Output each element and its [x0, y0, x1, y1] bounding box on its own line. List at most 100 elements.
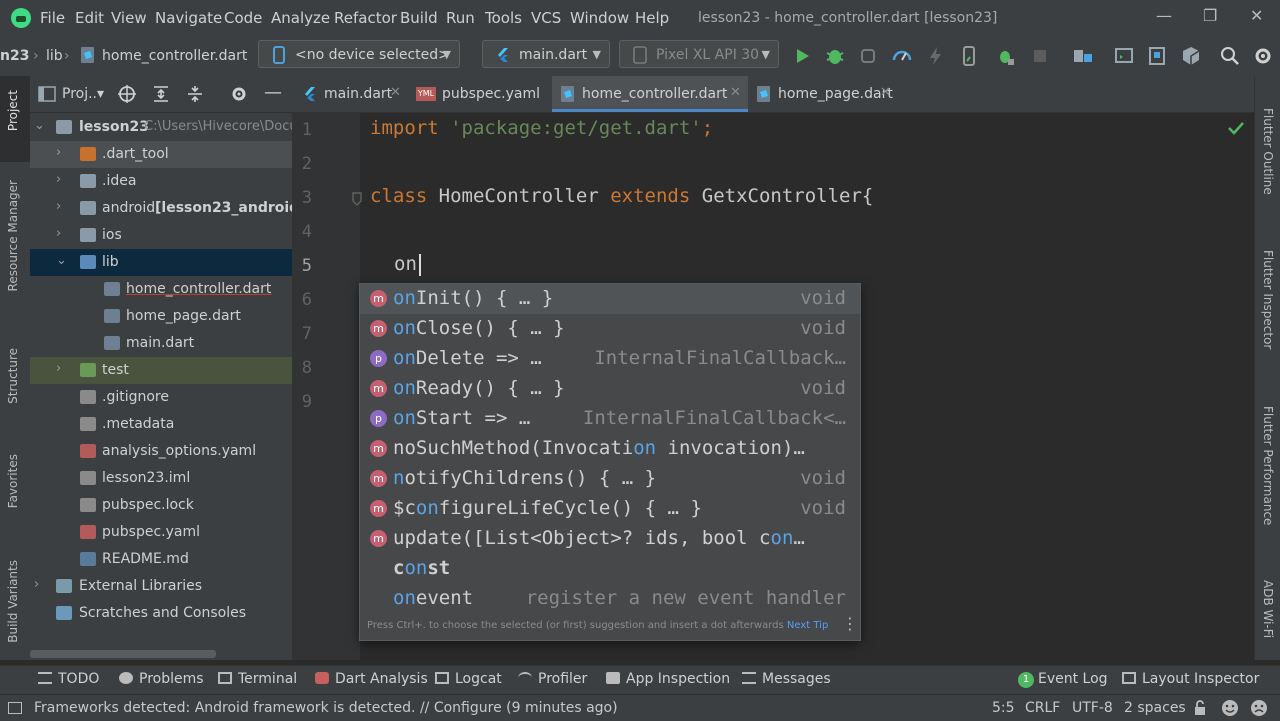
project-view-selector[interactable]: Proj..▾: [62, 86, 104, 102]
fold-icon[interactable]: [352, 192, 362, 206]
terminal-tool-button[interactable]: Terminal: [218, 671, 297, 687]
tree-item-lesson23[interactable]: ⌄ lesson23 C:\Users\Hivecore\Docu: [30, 114, 298, 141]
close-icon[interactable]: ✕: [880, 85, 891, 100]
logcat-tool-button[interactable]: Logcat: [435, 671, 502, 687]
tab-main-dart[interactable]: main.dart ✕: [292, 76, 406, 112]
tree-item-dart-tool[interactable]: › .dart_tool: [30, 141, 292, 168]
tree-item-readme[interactable]: README.md: [30, 546, 292, 573]
menu-vcs[interactable]: VCS: [531, 9, 561, 27]
menu-window[interactable]: Window: [570, 9, 629, 27]
suggestion-item[interactable]: p onStart => … InternalFinalCallback<…: [360, 404, 860, 434]
tree-item-idea[interactable]: › .idea: [30, 168, 292, 195]
menu-code[interactable]: Code: [224, 9, 262, 27]
suggestion-item[interactable]: p onDelete => … InternalFinalCallback…: [360, 344, 860, 374]
suggestion-item[interactable]: onevent register a new event handler: [360, 584, 860, 614]
adb-wifi-tool-button[interactable]: ADB Wi-Fi: [1261, 580, 1275, 638]
suggestion-item[interactable]: m onInit() { … } void: [360, 284, 860, 314]
code-line-5[interactable]: on: [394, 253, 417, 275]
app-inspection-tool-button[interactable]: App Inspection: [606, 671, 730, 687]
close-window-button[interactable]: ✕: [1250, 6, 1263, 25]
tree-item-home-page[interactable]: home_page.dart: [30, 303, 292, 330]
breadcrumb-folder[interactable]: lib: [46, 48, 63, 64]
menu-analyze[interactable]: Analyze: [271, 9, 330, 27]
caret-position[interactable]: 5:5: [992, 700, 1015, 716]
profile-icon[interactable]: [891, 45, 913, 67]
apply-changes-icon[interactable]: [958, 45, 980, 67]
status-message[interactable]: Frameworks detected: Android framework i…: [34, 700, 618, 716]
tab-home-page[interactable]: home_page.dart ✕: [744, 76, 894, 112]
toggle-tool-windows-icon[interactable]: [8, 702, 22, 714]
layout-inspector-tool-button[interactable]: Layout Inspector: [1122, 671, 1259, 687]
menu-file[interactable]: File: [40, 9, 65, 27]
lock-icon[interactable]: [1192, 700, 1208, 716]
tree-item-ios[interactable]: › ios: [30, 222, 292, 249]
menu-run[interactable]: Run: [446, 9, 475, 27]
suggestion-item[interactable]: m noSuchMethod(Invocation invocation)…: [360, 434, 860, 464]
close-icon[interactable]: ✕: [390, 85, 401, 100]
sdk-manager-icon[interactable]: [1180, 45, 1202, 67]
suggestion-item[interactable]: m update([List<Object>? ids, bool con…: [360, 524, 860, 554]
messages-tool-button[interactable]: Messages: [742, 671, 831, 687]
tree-item-test[interactable]: › test: [30, 357, 292, 384]
event-log-tool-button[interactable]: 1 Event Log: [1018, 671, 1108, 688]
profiler-tool-button[interactable]: Profiler: [518, 671, 587, 687]
tree-item-pubspec-lock[interactable]: pubspec.lock: [30, 492, 292, 519]
happy-face-icon[interactable]: [1221, 699, 1239, 717]
next-tip-link[interactable]: Next Tip: [787, 620, 828, 631]
gear-icon[interactable]: [230, 85, 248, 103]
project-structure-icon[interactable]: [1072, 45, 1094, 67]
suggestion-item[interactable]: const: [360, 554, 860, 584]
menu-view[interactable]: View: [111, 9, 147, 27]
breadcrumb-project[interactable]: n23: [0, 48, 29, 64]
locate-file-icon[interactable]: [118, 85, 136, 103]
menu-build[interactable]: Build: [400, 9, 438, 27]
settings-icon[interactable]: [1252, 45, 1274, 67]
project-tool-button[interactable]: Project: [6, 90, 20, 131]
tree-item-gitignore[interactable]: .gitignore: [30, 384, 292, 411]
tree-item-analysis-options[interactable]: analysis_options.yaml: [30, 438, 292, 465]
horizontal-scrollbar[interactable]: [30, 650, 216, 658]
restore-button[interactable]: ❐: [1203, 6, 1217, 25]
tree-item-home-controller[interactable]: home_controller.dart: [30, 276, 292, 303]
expand-all-icon[interactable]: [152, 85, 170, 103]
flutter-outline-tool-button[interactable]: Flutter Outline: [1261, 108, 1275, 195]
tab-pubspec-yaml[interactable]: YML pubspec.yaml: [410, 76, 548, 112]
tree-item-main[interactable]: main.dart: [30, 330, 292, 357]
build-variants-tool-button[interactable]: Build Variants: [6, 560, 20, 643]
todo-tool-button[interactable]: TODO: [38, 671, 99, 687]
debug-attach-icon[interactable]: [994, 45, 1016, 67]
line-separator[interactable]: CRLF: [1025, 700, 1060, 716]
code-line-1[interactable]: import 'package:get/get.dart';: [370, 117, 713, 139]
run-configuration-selector[interactable]: main.dart ▼: [482, 40, 610, 68]
tree-item-metadata[interactable]: .metadata: [30, 411, 292, 438]
dart-analysis-tool-button[interactable]: Dart Analysis: [315, 671, 428, 687]
structure-tool-button[interactable]: Structure: [6, 348, 20, 404]
suggestion-item[interactable]: m onReady() { … } void: [360, 374, 860, 404]
stop-icon[interactable]: [1029, 45, 1051, 67]
debug-icon[interactable]: [824, 45, 846, 67]
breadcrumb-file[interactable]: home_controller.dart: [102, 48, 247, 64]
tab-home-controller[interactable]: home_controller.dart ✕: [552, 76, 748, 112]
tree-item-pubspec-yaml[interactable]: pubspec.yaml: [30, 519, 292, 546]
hide-panel-icon[interactable]: —: [264, 82, 282, 103]
attach-debugger-icon[interactable]: [857, 45, 879, 67]
menu-edit[interactable]: Edit: [75, 9, 104, 27]
code-line-3[interactable]: class HomeController extends GetxControl…: [370, 185, 873, 207]
indent-setting[interactable]: 2 spaces: [1124, 700, 1186, 716]
menu-help[interactable]: Help: [635, 9, 669, 27]
sad-face-icon[interactable]: [1250, 699, 1268, 717]
resource-manager-tool-button[interactable]: Resource Manager: [6, 180, 20, 291]
flutter-performance-tool-button[interactable]: Flutter Performance: [1261, 406, 1275, 525]
suggestion-item[interactable]: m onClose() { … } void: [360, 314, 860, 344]
tree-item-lesson23-iml[interactable]: lesson23.iml: [30, 465, 292, 492]
hot-reload-icon[interactable]: [925, 45, 947, 67]
favorites-tool-button[interactable]: Favorites: [6, 454, 20, 508]
tree-item-lib[interactable]: ⌄ lib: [30, 249, 292, 276]
search-icon[interactable]: [1219, 45, 1241, 67]
run-icon[interactable]: [791, 45, 813, 67]
device-manager-icon[interactable]: [1113, 45, 1135, 67]
more-options-icon[interactable]: ⋮: [842, 614, 858, 633]
tree-item-scratches[interactable]: Scratches and Consoles: [30, 600, 292, 627]
device-selector[interactable]: <no device selected> ▼: [258, 40, 460, 68]
minimize-button[interactable]: —: [1156, 6, 1172, 25]
